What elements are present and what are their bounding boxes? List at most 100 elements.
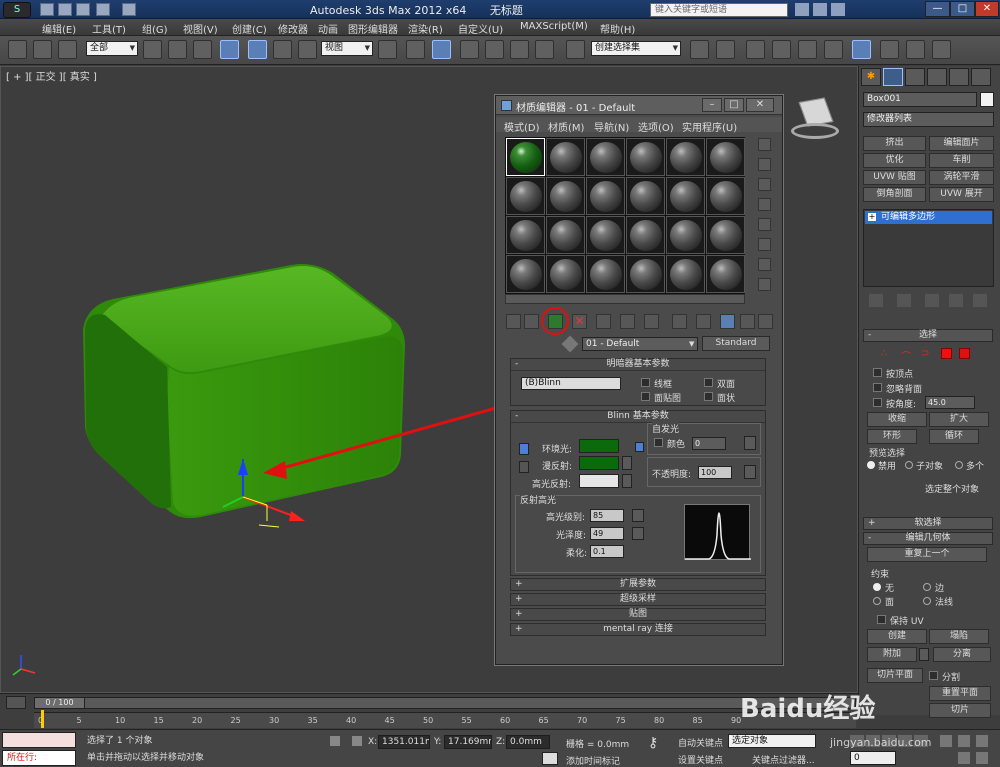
material-sample-slot[interactable] — [626, 255, 665, 293]
menu-help[interactable]: 帮助(H) — [600, 21, 635, 36]
search-input[interactable]: 键入关键字或短语 — [650, 3, 788, 17]
material-sample-slot[interactable] — [506, 177, 545, 215]
select-object-icon[interactable] — [143, 40, 162, 59]
attach-button[interactable]: 附加 — [867, 647, 917, 662]
material-sample-slot[interactable] — [666, 255, 705, 293]
percent-snap-icon[interactable] — [510, 40, 529, 59]
sample-type-icon[interactable] — [758, 138, 771, 151]
maxscript-listener[interactable] — [2, 732, 76, 748]
me-menu-options[interactable]: 选项(O) — [638, 119, 674, 134]
material-sample-slot[interactable] — [666, 177, 705, 215]
key-filters-label[interactable]: 关键点过滤器... — [752, 753, 815, 766]
make-unique-icon[interactable] — [925, 294, 939, 307]
redo-icon[interactable] — [122, 3, 136, 16]
rendered-frame-icon[interactable] — [906, 40, 925, 59]
create-tab-icon[interactable]: ✱ — [861, 68, 881, 86]
new-file-icon[interactable] — [40, 3, 54, 16]
go-forward-sibling-icon[interactable] — [740, 314, 755, 329]
edit-patch-button[interactable]: 编辑面片 — [929, 136, 994, 151]
selection-lock-icon[interactable] — [330, 736, 340, 746]
maxscript-line[interactable]: 所在行: — [2, 750, 76, 766]
grow-button[interactable]: 扩大 — [929, 412, 989, 427]
display-tab-icon[interactable] — [949, 68, 969, 86]
app-logo-icon[interactable]: S — [3, 2, 31, 18]
orbit-icon[interactable] — [976, 735, 988, 747]
configure-sets-icon[interactable] — [973, 294, 987, 307]
select-by-name-icon[interactable] — [168, 40, 187, 59]
viewport-label[interactable]: [ + ][ 正交 ][ 真实 ] — [6, 68, 97, 83]
show-end-result-icon[interactable] — [897, 294, 911, 307]
menu-customize[interactable]: 自定义(U) — [458, 21, 503, 36]
material-sample-slot[interactable] — [506, 255, 545, 293]
unlink-icon[interactable] — [33, 40, 52, 59]
uv-tiling-icon[interactable] — [758, 198, 771, 211]
undo-icon[interactable] — [96, 3, 110, 16]
object-color-swatch[interactable] — [980, 92, 994, 107]
material-sample-slot[interactable] — [706, 138, 745, 176]
constraint-normal-radio[interactable] — [923, 597, 931, 605]
menu-graph-editors[interactable]: 图形编辑器 — [348, 21, 398, 36]
go-sibling-icon[interactable] — [758, 314, 773, 329]
material-name-field[interactable]: 01 - Default — [582, 337, 698, 351]
link-icon[interactable] — [8, 40, 27, 59]
keyboard-shortcut-icon[interactable] — [432, 40, 451, 59]
preview-subobj-radio[interactable] — [905, 461, 913, 469]
material-sample-slot[interactable] — [706, 216, 745, 254]
material-sample-slot[interactable] — [546, 216, 585, 254]
menu-views[interactable]: 视图(V) — [183, 21, 218, 36]
add-time-tag-label[interactable]: 添加时间标记 — [566, 754, 620, 767]
material-sample-slot[interactable] — [586, 138, 625, 176]
detach-button[interactable]: 分离 — [933, 647, 991, 662]
self-illum-map-button[interactable] — [744, 436, 756, 450]
modify-tab-icon[interactable] — [883, 68, 903, 86]
border-subobj-icon[interactable]: ⊃ — [921, 348, 933, 360]
stack-item-editable-poly[interactable]: + 可编辑多边形 — [865, 211, 992, 224]
save-file-icon[interactable] — [76, 3, 90, 16]
diffuse-map-button[interactable] — [622, 456, 632, 470]
specular-map-button[interactable] — [622, 474, 632, 488]
material-sample-slot[interactable] — [666, 138, 705, 176]
soft-selection-rollout-header[interactable]: + 软选择 — [863, 517, 993, 530]
remove-modifier-icon[interactable] — [949, 294, 963, 307]
shrink-button[interactable]: 收缩 — [867, 412, 927, 427]
material-sample-slot[interactable] — [546, 255, 585, 293]
zoom-icon[interactable] — [940, 735, 952, 747]
mirror-icon[interactable] — [690, 40, 709, 59]
angle-snap-icon[interactable] — [485, 40, 504, 59]
make-preview-icon[interactable] — [758, 238, 771, 251]
viewcube-icon[interactable] — [791, 95, 839, 143]
lathe-button[interactable]: 车削 — [929, 153, 994, 168]
options-icon[interactable] — [758, 258, 771, 271]
slice-plane-button[interactable]: 切片平面 — [867, 668, 923, 683]
bevel-profile-button[interactable]: 倒角剖面 — [863, 187, 926, 202]
put-to-library-icon[interactable] — [620, 314, 635, 329]
time-tag-icon[interactable] — [542, 752, 558, 765]
me-menu-utilities[interactable]: 实用程序(U) — [682, 119, 737, 134]
track-bar[interactable]: 051015202530354045505560657075808590 — [34, 712, 856, 728]
menu-modifiers[interactable]: 修改器 — [278, 21, 308, 36]
split-checkbox[interactable] — [929, 671, 938, 680]
bind-space-warp-icon[interactable] — [58, 40, 77, 59]
material-sample-slot[interactable] — [666, 216, 705, 254]
layer-manager-icon[interactable] — [746, 40, 765, 59]
spec-level-spinner[interactable]: 85 — [590, 509, 624, 522]
video-color-check-icon[interactable] — [758, 218, 771, 231]
lock-diffuse-specular-icon[interactable] — [519, 461, 529, 473]
ambient-color-swatch[interactable] — [579, 439, 619, 453]
put-to-scene-icon[interactable] — [524, 314, 539, 329]
schematic-view-icon[interactable] — [824, 40, 843, 59]
opacity-spinner[interactable]: 100 — [698, 466, 732, 479]
auto-key-label[interactable]: 自动关键点 — [678, 736, 723, 749]
pivot-center-icon[interactable] — [378, 40, 397, 59]
time-slider[interactable]: 0 / 100 — [34, 697, 856, 709]
key-icon[interactable]: ⚷ — [648, 736, 670, 750]
fov-icon[interactable] — [958, 752, 970, 764]
material-sample-slot[interactable] — [506, 216, 545, 254]
material-sample-slot[interactable] — [546, 138, 585, 176]
utilities-tab-icon[interactable] — [971, 68, 991, 86]
key-mode-dropdown[interactable]: 选定对象 — [728, 734, 816, 748]
edge-subobj-icon[interactable]: ⌒ — [901, 348, 913, 363]
lock-ambient-diffuse-icon[interactable] — [519, 443, 529, 455]
me-close-button[interactable]: ✕ — [746, 98, 774, 112]
pin-stack-icon[interactable] — [869, 294, 883, 307]
